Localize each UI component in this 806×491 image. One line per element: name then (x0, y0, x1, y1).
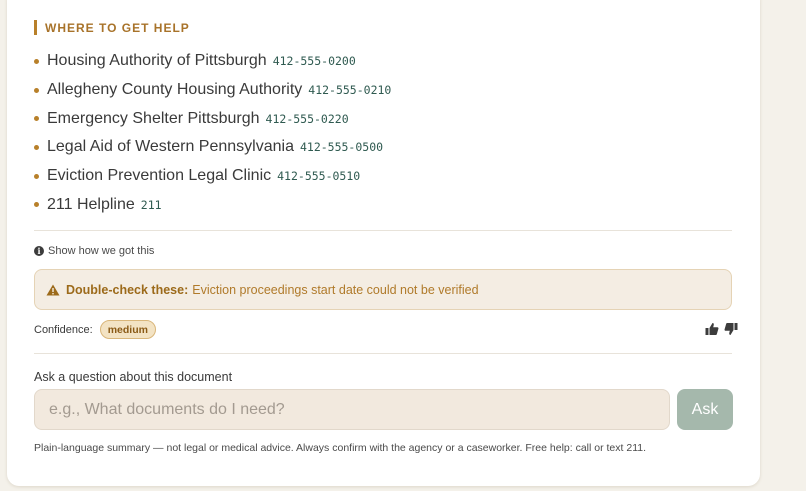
section-heading: WHERE TO GET HELP (34, 20, 190, 35)
list-item: Eviction Prevention Legal Clinic 412-555… (34, 162, 391, 191)
agency-phone[interactable]: 412-555-0210 (308, 83, 391, 97)
agency-name: Housing Authority of Pittsburgh (47, 52, 267, 70)
thumbs-down-icon[interactable] (724, 322, 738, 336)
section-title: WHERE TO GET HELP (45, 20, 190, 35)
bullet-icon (34, 58, 39, 64)
list-item: 211 Helpline 211 (34, 190, 391, 219)
confidence-badge: medium (99, 320, 156, 339)
agency-name: Legal Aid of Western Pennsylvania (47, 138, 294, 156)
help-list: Housing Authority of Pittsburgh 412-555-… (34, 47, 391, 219)
disclaimer-text: Plain-language summary — not legal or me… (34, 442, 647, 454)
confidence-label: Confidence: (34, 323, 93, 336)
bullet-icon (34, 87, 39, 93)
warning-text: Eviction proceedings start date could no… (192, 282, 479, 297)
divider (34, 230, 732, 231)
ask-question-label: Ask a question about this document (34, 370, 233, 384)
bullet-icon (34, 173, 39, 179)
ask-question-input[interactable] (34, 389, 670, 430)
agency-name: Eviction Prevention Legal Clinic (47, 167, 272, 185)
confidence-row: Confidence: medium (34, 320, 156, 339)
list-item: Housing Authority of Pittsburgh 412-555-… (34, 47, 391, 76)
bullet-icon (34, 202, 39, 208)
list-item: Emergency Shelter Pittsburgh 412-555-022… (34, 104, 391, 133)
agency-phone[interactable]: 211 (141, 198, 162, 212)
agency-name: Allegheny County Housing Authority (47, 81, 303, 99)
list-item: Legal Aid of Western Pennsylvania 412-55… (34, 133, 391, 162)
bullet-icon (34, 116, 39, 122)
agency-phone[interactable]: 412-555-0220 (266, 112, 349, 126)
feedback-buttons (700, 322, 738, 336)
warning-icon (46, 284, 60, 295)
show-how-label: Show how we got this (48, 245, 155, 257)
show-how-link[interactable]: i Show how we got this (34, 245, 154, 257)
info-icon: i (34, 246, 44, 256)
agency-name: Emergency Shelter Pittsburgh (47, 109, 260, 127)
warning-label: Double-check these: (66, 282, 189, 297)
agency-phone[interactable]: 412-555-0510 (277, 169, 360, 183)
thumbs-up-icon[interactable] (705, 322, 719, 336)
warning-box: Double-check these: Eviction proceedings… (34, 269, 732, 310)
divider (34, 353, 732, 354)
agency-phone[interactable]: 412-555-0200 (273, 54, 356, 68)
ask-button[interactable]: Ask (677, 389, 733, 430)
list-item: Allegheny County Housing Authority 412-5… (34, 76, 391, 105)
agency-name: 211 Helpline (47, 195, 135, 213)
heading-accent-bar (34, 20, 37, 35)
agency-phone[interactable]: 412-555-0500 (300, 140, 383, 154)
bullet-icon (34, 144, 39, 150)
